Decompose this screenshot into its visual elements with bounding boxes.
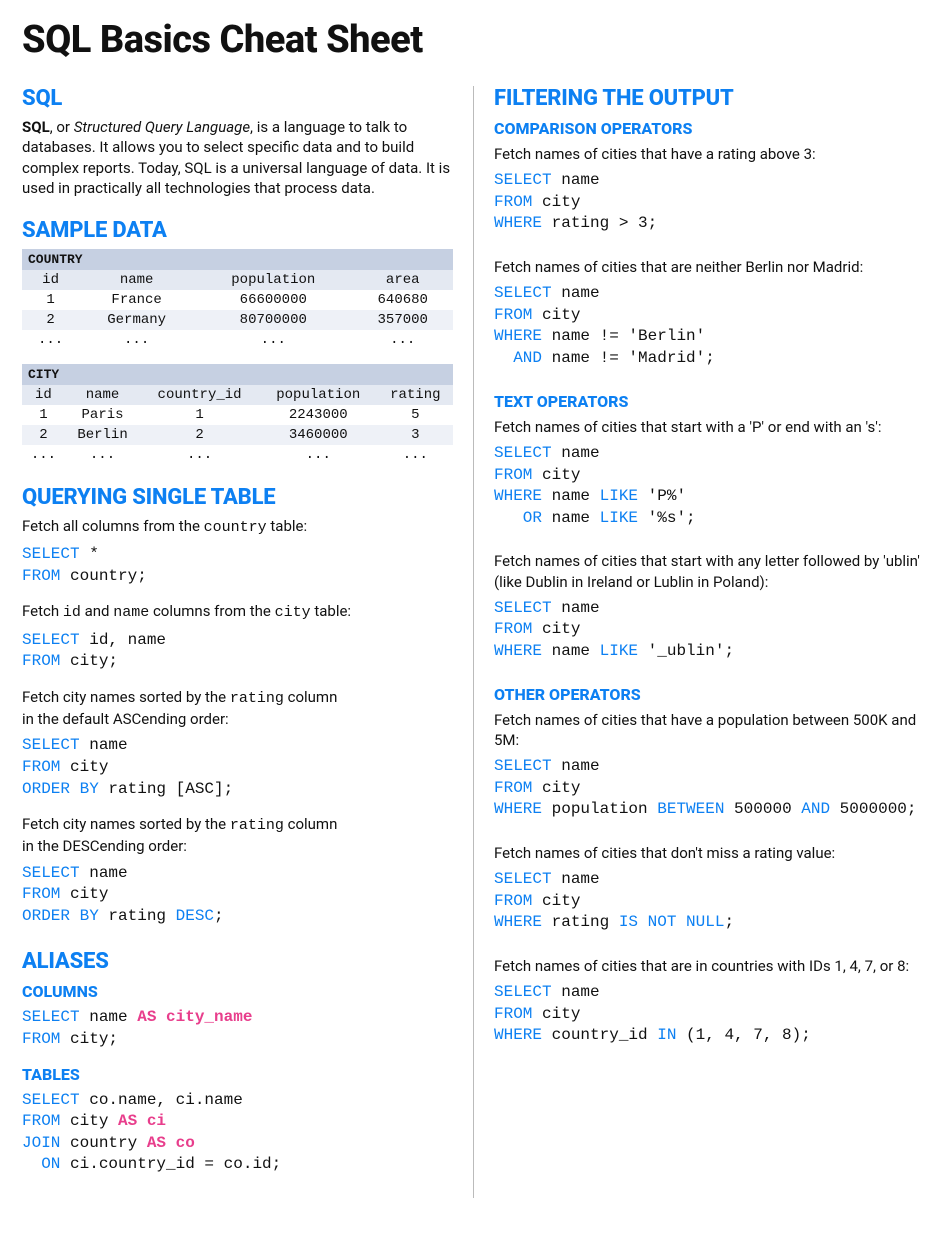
query-desc-4: Fetch city names sorted by the rating co… [22, 814, 453, 836]
th: rating [378, 385, 453, 405]
comparison-operators-heading: COMPARISON OPERATORS [494, 119, 924, 138]
filter-desc-2: Fetch names of cities that are neither B… [494, 257, 924, 277]
table-row: ... ... ... ... ... [22, 445, 453, 465]
table-row: 2 Germany 80700000 357000 [22, 310, 453, 330]
section-sample-heading: SAMPLE DATA [22, 218, 453, 243]
query-desc-2: Fetch id and name columns from the city … [22, 601, 453, 623]
code-block: SELECT name FROM city WHERE name != 'Ber… [494, 283, 924, 369]
page-title: SQL Basics Cheat Sheet [22, 18, 924, 62]
text-operators-heading: TEXT OPERATORS [494, 392, 924, 411]
sql-intro: SQL, or Structured Query Language, is a … [22, 117, 453, 198]
filter-desc-6: Fetch names of cities that don't miss a … [494, 843, 924, 863]
code-block: SELECT name AS city_name FROM city; [22, 1007, 453, 1050]
column-left: SQL SQL, or Structured Query Language, i… [22, 86, 473, 1198]
code-block: SELECT co.name, ci.name FROM city AS ci … [22, 1090, 453, 1176]
th: id [22, 385, 65, 405]
code-block: SELECT name FROM city WHERE name LIKE 'P… [494, 443, 924, 529]
table-country: id name population area 1 France 6660000… [22, 270, 453, 350]
filter-desc-3: Fetch names of cities that start with a … [494, 417, 924, 437]
section-filtering-heading: FILTERING THE OUTPUT [494, 86, 924, 111]
sql-em: Structured Query Language [74, 118, 250, 136]
filter-desc-4: Fetch names of cities that start with an… [494, 551, 924, 592]
query-desc-3b: in the default ASCending order: [22, 709, 453, 729]
th: name [65, 385, 140, 405]
filter-desc-5: Fetch names of cities that have a popula… [494, 710, 924, 751]
th: country_id [140, 385, 259, 405]
th: population [194, 270, 352, 290]
code-block: SELECT name FROM city WHERE rating IS NO… [494, 869, 924, 934]
code-block: SELECT id, name FROM city; [22, 630, 453, 673]
table-row: 1 Paris 1 2243000 5 [22, 405, 453, 425]
code-block: SELECT name FROM city WHERE rating > 3; [494, 170, 924, 235]
columns-wrapper: SQL SQL, or Structured Query Language, i… [22, 86, 924, 1198]
code-block: SELECT name FROM city ORDER BY rating [A… [22, 735, 453, 800]
table-country-label: COUNTRY [22, 249, 453, 270]
column-right: FILTERING THE OUTPUT COMPARISON OPERATOR… [473, 86, 924, 1198]
code-block: SELECT * FROM country; [22, 544, 453, 587]
section-aliases-heading: ALIASES [22, 949, 453, 974]
section-sql-heading: SQL [22, 86, 453, 111]
aliases-columns-heading: COLUMNS [22, 982, 453, 1001]
table-row: ... ... ... ... [22, 330, 453, 350]
code-block: SELECT name FROM city WHERE country_id I… [494, 982, 924, 1047]
code-block: SELECT name FROM city WHERE name LIKE '_… [494, 598, 924, 663]
th: id [22, 270, 79, 290]
filter-desc-1: Fetch names of cities that have a rating… [494, 144, 924, 164]
filter-desc-7: Fetch names of cities that are in countr… [494, 956, 924, 976]
table-city-label: CITY [22, 364, 453, 385]
other-operators-heading: OTHER OPERATORS [494, 685, 924, 704]
query-desc-3: Fetch city names sorted by the rating co… [22, 687, 453, 709]
aliases-tables-heading: TABLES [22, 1065, 453, 1084]
table-row: 1 France 66600000 640680 [22, 290, 453, 310]
table-city: id name country_id population rating 1 P… [22, 385, 453, 465]
query-desc-1: Fetch all columns from the country table… [22, 516, 453, 538]
th: area [352, 270, 453, 290]
section-query-heading: QUERYING SINGLE TABLE [22, 485, 453, 510]
code-block: SELECT name FROM city ORDER BY rating DE… [22, 863, 453, 928]
th: population [259, 385, 378, 405]
table-row: 2 Berlin 2 3460000 3 [22, 425, 453, 445]
code-block: SELECT name FROM city WHERE population B… [494, 756, 924, 821]
query-desc-4b: in the DESCending order: [22, 836, 453, 856]
th: name [79, 270, 194, 290]
sql-bold: SQL [22, 118, 50, 136]
